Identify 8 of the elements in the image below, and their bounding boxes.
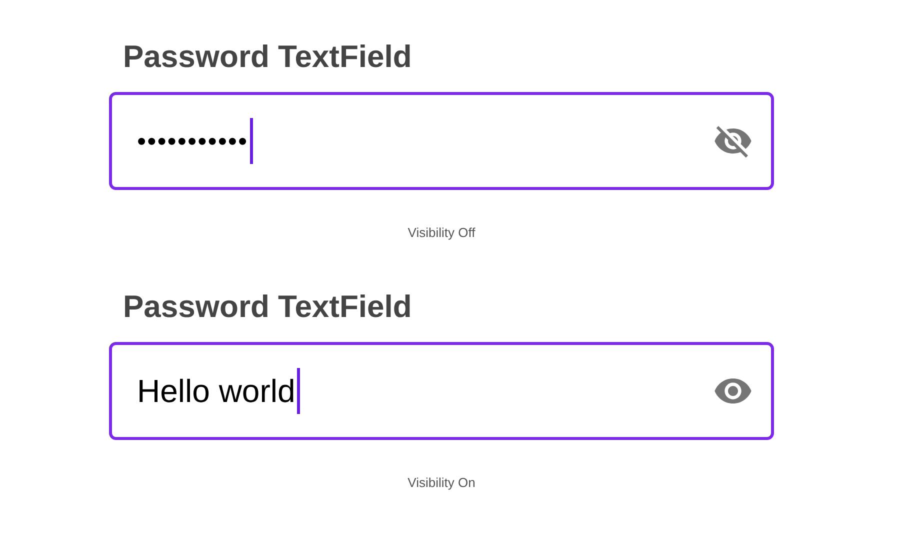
text-cursor bbox=[250, 118, 254, 164]
text-cursor bbox=[297, 368, 300, 414]
field-label: Password TextField bbox=[123, 38, 413, 76]
password-field[interactable]: Hello world bbox=[109, 342, 774, 440]
password-field[interactable]: ••••••••••• bbox=[109, 92, 774, 190]
field-label: Password TextField bbox=[123, 288, 413, 326]
caption: Visibility On bbox=[408, 474, 476, 492]
caption: Visibility Off bbox=[408, 224, 476, 242]
